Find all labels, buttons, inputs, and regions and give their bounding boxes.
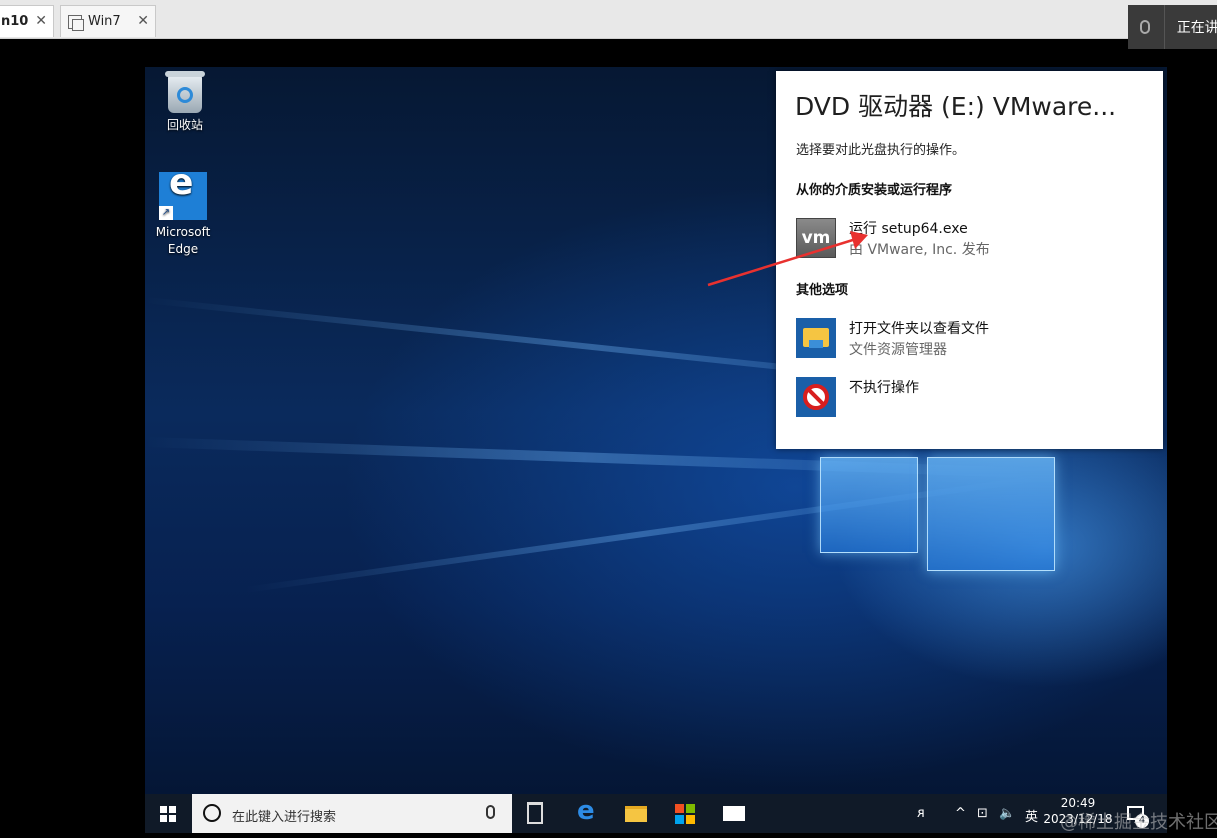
close-icon[interactable]: ✕: [137, 13, 149, 29]
option-no-action[interactable]: 不执行操作: [796, 377, 1146, 419]
desktop-icon-label: 回收站: [166, 118, 203, 132]
watermark: @稀土掘金技术社区: [1060, 812, 1217, 833]
dialog-subtitle: 选择要对此光盘执行的操作。: [796, 143, 966, 158]
edge-icon: e ↗: [159, 165, 207, 220]
chevron-up-icon[interactable]: ^: [955, 806, 966, 821]
microphone-icon[interactable]: [1140, 20, 1150, 34]
option-subtitle: 文件资源管理器: [849, 342, 947, 358]
vm-tab-icon: [68, 14, 84, 31]
voice-input-panel[interactable]: 正在讲: [1128, 5, 1217, 49]
divider: [1163, 5, 1165, 49]
search-box[interactable]: 在此键入进行搜索: [192, 794, 512, 833]
windows-logo-pane: [820, 457, 918, 553]
vm-tab-bar: n10 ✕ Win7 ✕: [0, 0, 1217, 39]
tab-label: Win7: [88, 14, 121, 29]
desktop-icon-recycle-bin[interactable]: 回收站: [145, 71, 225, 134]
ime-indicator[interactable]: 英: [1025, 806, 1038, 825]
desktop-icon-label: Microsoft Edge: [155, 225, 211, 256]
section-install-heading: 从你的介质安装或运行程序: [796, 183, 953, 198]
wallpaper-beam: [244, 475, 1038, 593]
taskbar: 在此键入进行搜索 e ᴙ ^ ⊡ 🔈 英 20:49 2023/12/18 4: [145, 794, 1167, 833]
annotation-arrow-icon: [707, 231, 868, 287]
volume-icon[interactable]: 🔈: [999, 806, 1015, 821]
folder-icon: [796, 318, 836, 358]
start-button[interactable]: [160, 806, 176, 822]
windows-logo-pane: [927, 457, 1055, 571]
tab-win7[interactable]: Win7 ✕: [60, 5, 156, 37]
file-explorer-icon[interactable]: [625, 806, 647, 822]
microphone-icon[interactable]: [486, 805, 495, 819]
task-view-icon[interactable]: [527, 802, 543, 824]
tab-label: n10: [1, 14, 29, 29]
store-icon[interactable]: [675, 804, 695, 824]
shortcut-arrow-icon: ↗: [159, 206, 173, 220]
desktop-icon-edge[interactable]: e ↗ Microsoft Edge: [145, 165, 223, 258]
cortana-icon[interactable]: [203, 804, 221, 822]
option-title: 打开文件夹以查看文件: [849, 321, 989, 337]
close-icon[interactable]: ✕: [35, 13, 47, 29]
people-icon[interactable]: ᴙ: [917, 806, 925, 821]
option-open-folder[interactable]: 打开文件夹以查看文件 文件资源管理器: [796, 318, 1146, 360]
no-action-icon: [796, 377, 836, 417]
option-title: 不执行操作: [849, 380, 919, 396]
tab-win10[interactable]: n10 ✕: [0, 5, 54, 37]
voice-status: 正在讲: [1176, 20, 1217, 36]
edge-taskbar-icon[interactable]: e: [577, 796, 595, 826]
dialog-title: DVD 驱动器 (E:) VMware...: [795, 92, 1117, 121]
mail-icon[interactable]: [723, 806, 745, 821]
recycle-bin-icon: [165, 71, 205, 113]
network-icon[interactable]: ⊡: [977, 806, 988, 821]
search-placeholder: 在此键入进行搜索: [232, 810, 337, 825]
